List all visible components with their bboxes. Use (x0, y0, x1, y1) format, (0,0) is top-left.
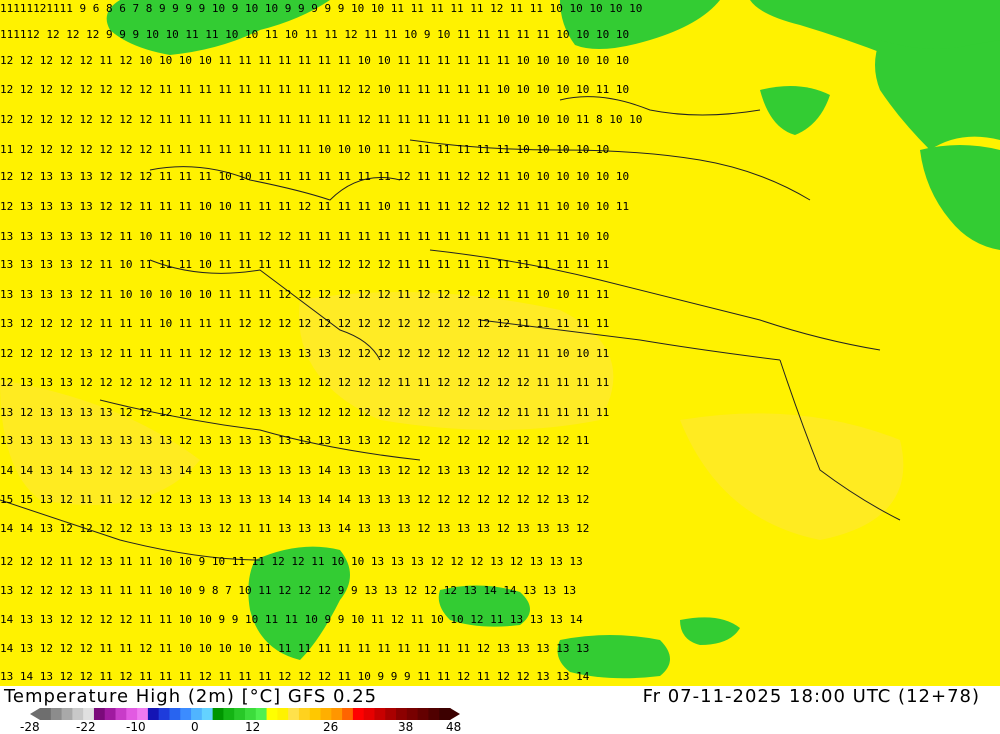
scale-swatch (320, 708, 332, 720)
scale-label: 26 (323, 720, 339, 734)
scale-swatch (223, 708, 235, 720)
scale-swatch (212, 708, 224, 720)
scale-swatch (266, 708, 278, 720)
svg-text:14 13 12 12 12 11 11 12 11 10: 14 13 12 12 12 11 11 12 11 10 10 10 10 1… (0, 642, 589, 655)
scale-swatch (374, 708, 386, 720)
svg-text:13 13 13 13 12 11 10 11 11 11: 13 13 13 13 12 11 10 11 11 11 10 11 11 1… (0, 258, 609, 271)
scale-label: -22 (76, 720, 96, 734)
scale-swatch (298, 708, 311, 720)
svg-text:13 13 13 13 12 11 10 10 10 10: 13 13 13 13 12 11 10 10 10 10 10 11 11 1… (0, 288, 609, 301)
scale-swatch (277, 708, 289, 720)
valid-time: Fr 07-11-2025 18:00 UTC (12+78) (642, 686, 980, 707)
scale-swatch (137, 708, 149, 720)
scale-swatch (201, 708, 214, 720)
scale-swatch (234, 708, 246, 720)
map-title: Temperature High (2m) [°C] GFS 0.25 (4, 686, 378, 707)
svg-text:14 14 13 12 12 12 12 13 13 13: 14 14 13 12 12 12 12 13 13 13 13 12 11 1… (0, 522, 589, 535)
scale-swatch (352, 708, 365, 720)
svg-text:13 13 13 13 13 13 13 13 13 12: 13 13 13 13 13 13 13 13 13 12 13 13 13 1… (0, 434, 589, 447)
scale-swatch (245, 708, 257, 720)
scale-swatch (169, 708, 181, 720)
scale-swatch (40, 708, 52, 720)
svg-text:15 15 13 12 11 11 12 12 12 13: 15 15 13 12 11 11 12 12 12 13 13 13 13 1… (0, 493, 589, 506)
scale-swatch (255, 708, 268, 720)
svg-text:12 12 12 12 12 12 12 12 11 11: 12 12 12 12 12 12 12 12 11 11 11 11 11 1… (0, 83, 629, 96)
scale-swatch (396, 708, 408, 720)
scale-swatch (191, 708, 203, 720)
scale-arrow-left (30, 708, 40, 720)
svg-text:111112 12 12 12 9 9 9 10 10 11: 111112 12 12 12 9 9 9 10 10 11 11 10 10 … (0, 28, 629, 41)
scale-swatch (363, 708, 375, 720)
svg-text:13 12 13 13 13 13 12 12 12 12: 13 12 13 13 13 13 12 12 12 12 12 12 12 1… (0, 406, 609, 419)
scale-swatch (147, 708, 160, 720)
scale-swatch (158, 708, 170, 720)
color-scale-bar (30, 708, 460, 720)
footer-bar: Temperature High (2m) [°C] GFS 0.25 Fr 0… (0, 686, 1000, 734)
scale-swatch (115, 708, 127, 720)
svg-text:12 12 12 12 12 11 12 10 10 10: 12 12 12 12 12 11 12 10 10 10 10 11 11 1… (0, 54, 629, 67)
scale-swatch (180, 708, 192, 720)
svg-text:12 12 13 13 13 12 12 12 11 11: 12 12 13 13 13 12 12 12 11 11 11 10 10 1… (0, 170, 629, 183)
scale-swatch (385, 708, 397, 720)
svg-text:13 14 13 12 12 11 12 11 11 11: 13 14 13 12 12 11 12 11 11 11 12 11 11 1… (0, 670, 590, 683)
scale-swatch (342, 708, 354, 720)
svg-text:14 14 13 14 13 12 12 13 13 14: 14 14 13 14 13 12 12 13 13 14 13 13 13 1… (0, 464, 589, 477)
svg-text:12 13 13 13 13 12 12 11 11 11: 12 13 13 13 13 12 12 11 11 11 10 10 11 1… (0, 200, 629, 213)
scale-label: 12 (245, 720, 261, 734)
scale-label: -10 (126, 720, 146, 734)
svg-text:14 13 13 12 12 12 12 11 11 10: 14 13 13 12 12 12 12 11 11 10 10 9 9 10 … (0, 613, 583, 626)
scale-label: 38 (398, 720, 414, 734)
svg-text:12 12 12 12 13 12 11 11 11 11: 12 12 12 12 13 12 11 11 11 11 12 12 12 1… (0, 347, 609, 360)
scale-swatch (72, 708, 84, 720)
scale-label: -28 (20, 720, 40, 734)
svg-text:12 13 13 13 12 12 12 12 12 11: 12 13 13 13 12 12 12 12 12 11 12 12 12 1… (0, 376, 609, 389)
scale-swatch (93, 708, 106, 720)
scale-swatch (331, 708, 343, 720)
svg-text:11 12 12 12 12 12 12 12 11 11: 11 12 12 12 12 12 12 12 11 11 11 11 11 1… (0, 143, 609, 156)
scale-arrow-right (450, 708, 460, 720)
svg-text:12 12 12 11 12 13 11 11 10 10: 12 12 12 11 12 13 11 11 10 10 9 10 11 11… (0, 555, 583, 568)
svg-text:13 12 12 12 13 11 11 11 10 10: 13 12 12 12 13 11 11 11 10 10 9 8 7 10 1… (0, 584, 576, 597)
svg-text:11111121111 9 6 8 6 7 8 9 9 9: 11111121111 9 6 8 6 7 8 9 9 9 9 10 9 10 … (0, 2, 642, 15)
scale-swatch (417, 708, 429, 720)
scale-swatch (428, 708, 440, 720)
scale-swatch (104, 708, 117, 720)
scale-swatch (309, 708, 322, 720)
scale-swatch (126, 708, 138, 720)
scale-label: 48 (446, 720, 462, 734)
scale-swatch (439, 708, 451, 720)
svg-text:12 12 12 12 12 12 12 12 11 11: 12 12 12 12 12 12 12 12 11 11 11 11 11 1… (0, 113, 642, 126)
scale-swatch (288, 708, 300, 720)
scale-swatch (61, 708, 73, 720)
scale-swatch (83, 708, 95, 720)
scale-swatch (406, 708, 419, 720)
svg-text:13 12 12 12 12 11 11 11 10 11: 13 12 12 12 12 11 11 11 10 11 11 11 12 1… (0, 317, 609, 330)
scale-label: 0 (191, 720, 199, 734)
scale-swatch (50, 708, 63, 720)
temperature-map: 11111121111 9 6 8 6 7 8 9 9 9 9 10 9 10 … (0, 0, 1000, 686)
svg-text:13 13 13 13 13 12 11 10 11 10: 13 13 13 13 13 12 11 10 11 10 10 11 11 1… (0, 230, 609, 243)
